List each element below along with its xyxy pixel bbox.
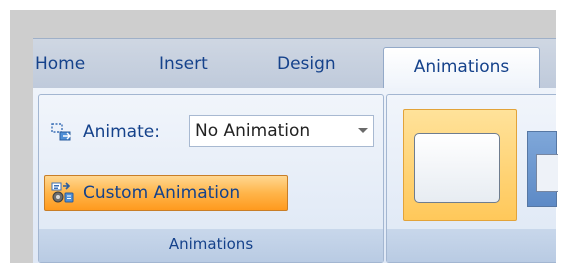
transition-thumbnail[interactable] [527, 131, 558, 207]
ribbon-tab-strip: Home Insert Design Animations [33, 38, 556, 92]
animations-group-label: Animations [39, 229, 383, 262]
transition-gallery-group [386, 94, 558, 263]
tab-animations[interactable]: Animations [383, 47, 540, 92]
slide-thumbnail [536, 154, 558, 192]
slide-thumbnail [414, 133, 500, 203]
tab-design[interactable]: Design [267, 39, 346, 89]
animations-group: Animate: No Animation Custom Animation A… [38, 94, 384, 263]
animate-dropdown[interactable]: No Animation [189, 115, 374, 147]
custom-animation-label: Custom Animation [83, 183, 241, 203]
tab-home[interactable]: Home [25, 39, 95, 89]
custom-animation-button[interactable]: Custom Animation [44, 175, 288, 211]
animate-dropdown-value: No Animation [195, 121, 311, 141]
tab-insert[interactable]: Insert [149, 39, 218, 89]
animate-icon [51, 123, 71, 141]
transition-none-thumbnail[interactable] [403, 109, 517, 221]
animate-label: Animate: [83, 122, 160, 142]
transition-group-label [387, 229, 556, 262]
custom-animation-icon [51, 182, 74, 203]
chevron-down-icon[interactable] [358, 128, 368, 133]
